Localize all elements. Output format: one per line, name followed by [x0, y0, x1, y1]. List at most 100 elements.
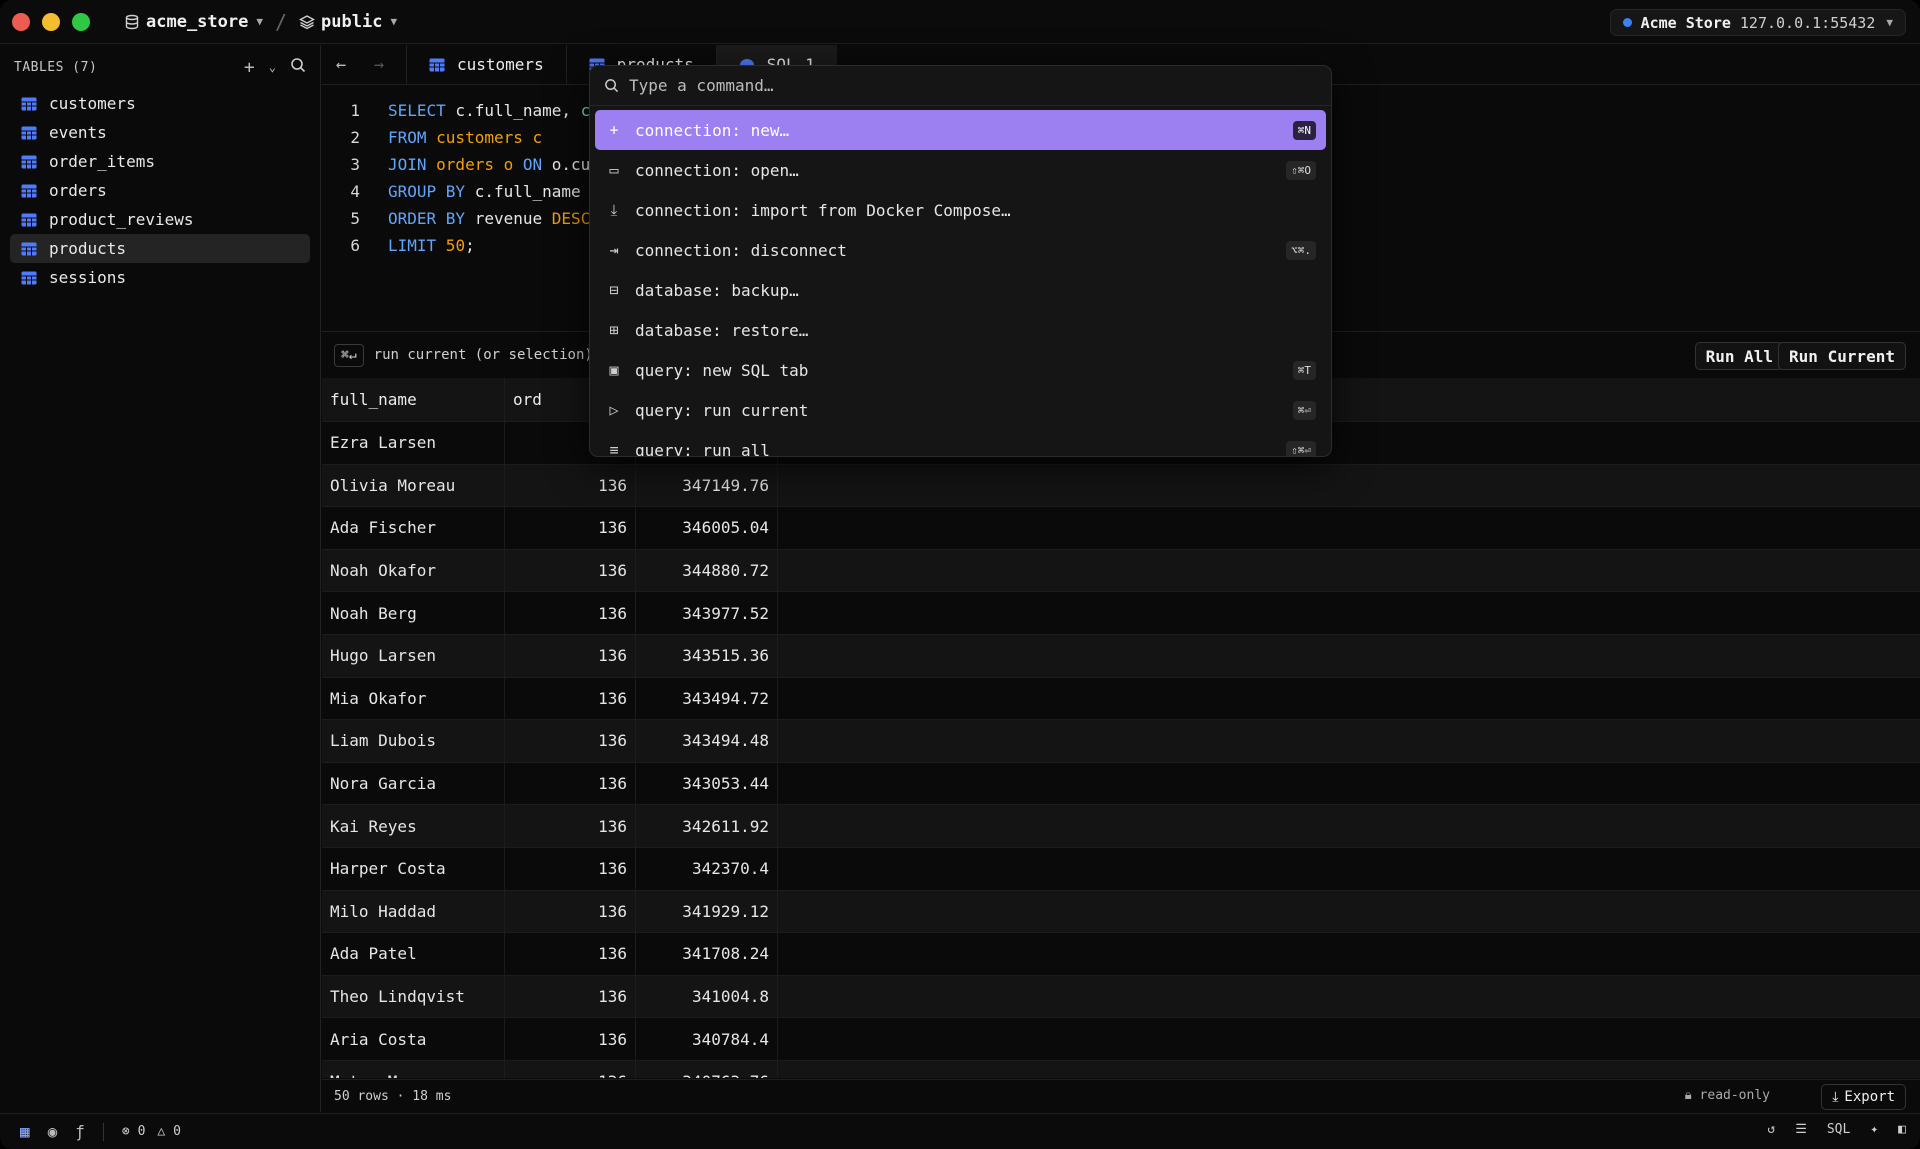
table-cell[interactable]: 136 — [505, 762, 636, 805]
table-cell[interactable]: 136 — [505, 847, 636, 890]
table-cell[interactable]: 341004.8 — [636, 975, 778, 1018]
table-cell[interactable]: 342370.4 — [636, 847, 778, 890]
table-row[interactable]: Noah Okafor 136 344880.72 — [322, 549, 1920, 593]
table-cell[interactable]: Mateo Moreau — [322, 1060, 505, 1078]
table-cell[interactable]: Mia Okafor — [322, 677, 505, 720]
table-row[interactable]: Mia Okafor 136 343494.72 — [322, 677, 1920, 721]
table-cell[interactable]: 136 — [505, 720, 636, 762]
table-cell[interactable]: Olivia Moreau — [322, 464, 505, 507]
table-row[interactable]: Liam Dubois 136 343494.48 — [322, 720, 1920, 763]
panel-toggle-icon[interactable]: ◧ — [1898, 1122, 1906, 1137]
table-cell[interactable]: 340763.76 — [636, 1060, 778, 1078]
table-row[interactable]: Harper Costa 136 342370.4 — [322, 847, 1920, 891]
table-cell[interactable]: 136 — [505, 1018, 636, 1060]
run-all-button[interactable]: Run All — [1694, 342, 1784, 370]
table-cell[interactable]: 136 — [505, 677, 636, 720]
database-selector[interactable]: acme_store ▼ — [124, 12, 263, 32]
command-item[interactable]: ⤓ connection: import from Docker Compose… — [595, 190, 1326, 230]
tab-customers[interactable]: customers — [406, 45, 566, 84]
table-cell[interactable]: 136 — [505, 975, 636, 1018]
table-cell[interactable]: Ada Fischer — [322, 507, 505, 549]
sql-mode-label[interactable]: SQL — [1827, 1122, 1850, 1137]
command-input[interactable] — [629, 76, 1331, 95]
table-cell[interactable]: 347149.76 — [636, 464, 778, 507]
export-button[interactable]: ⤓ Export — [1821, 1084, 1906, 1110]
table-cell[interactable]: 343515.36 — [636, 634, 778, 677]
table-cell[interactable]: 136 — [505, 549, 636, 592]
sidebar-item-events[interactable]: events — [10, 118, 310, 147]
table-cell[interactable]: 340784.4 — [636, 1018, 778, 1060]
table-cell[interactable]: Noah Okafor — [322, 549, 505, 592]
sidebar-item-product-reviews[interactable]: product_reviews — [10, 205, 310, 234]
sidebar-item-order-items[interactable]: order_items — [10, 147, 310, 176]
command-item[interactable]: ▭ connection: open… ⇧⌘O — [595, 150, 1326, 190]
add-table-button[interactable]: + — [244, 57, 255, 78]
sidebar-item-products[interactable]: products — [10, 234, 310, 263]
table-row[interactable]: Noah Berg 136 343977.52 — [322, 592, 1920, 635]
table-view-icon[interactable]: ▦ — [20, 1122, 30, 1141]
table-cell[interactable]: 344880.72 — [636, 549, 778, 592]
connection-selector[interactable]: Acme Store 127.0.0.1:55432 ▼ — [1609, 9, 1906, 36]
forward-arrow-icon[interactable]: → — [360, 45, 398, 84]
table-row[interactable]: Mateo Moreau136340763.76 — [322, 1060, 1920, 1078]
table-row[interactable]: Aria Costa 136 340784.4 — [322, 1018, 1920, 1061]
command-item[interactable]: ▷ query: run current ⌘⏎ — [595, 390, 1326, 430]
table-row[interactable]: Nora Garcia 136 343053.44 — [322, 762, 1920, 806]
sidebar-item-customers[interactable]: customers — [10, 89, 310, 118]
sidebar-item-sessions[interactable]: sessions — [10, 263, 310, 292]
chevron-down-icon[interactable]: ⌄ — [269, 60, 276, 74]
table-cell[interactable]: 136 — [505, 507, 636, 549]
table-cell[interactable]: 346005.04 — [636, 507, 778, 549]
back-arrow-icon[interactable]: ← — [322, 45, 360, 84]
run-current-button[interactable]: Run Current — [1778, 342, 1906, 370]
close-window-button[interactable] — [12, 12, 30, 31]
command-item[interactable]: ⊞ database: restore… — [595, 310, 1326, 350]
table-cell[interactable]: Ezra Larsen — [322, 422, 505, 464]
table-cell[interactable]: Kai Reyes — [322, 805, 505, 847]
table-cell[interactable]: Ada Patel — [322, 933, 505, 975]
sidebar-item-orders[interactable]: orders — [10, 176, 310, 205]
table-row[interactable]: Theo Lindqvist 136 341004.8 — [322, 975, 1920, 1019]
table-row[interactable]: Ada Fischer 136 346005.04 — [322, 507, 1920, 550]
table-cell[interactable]: Noah Berg — [322, 592, 505, 634]
table-cell[interactable]: 342611.92 — [636, 805, 778, 847]
table-cell[interactable]: 136 — [505, 805, 636, 847]
table-cell[interactable]: Harper Costa — [322, 847, 505, 890]
history-icon[interactable]: ↺ — [1767, 1122, 1775, 1137]
command-item[interactable]: ⇥ connection: disconnect ⌥⌘. — [595, 230, 1326, 270]
table-cell[interactable]: 136 — [505, 592, 636, 634]
table-cell[interactable]: 341708.24 — [636, 933, 778, 975]
sparkle-icon[interactable]: ✦ — [1870, 1122, 1878, 1137]
table-row[interactable]: Kai Reyes 136 342611.92 — [322, 805, 1920, 848]
function-icon[interactable]: ƒ — [75, 1122, 85, 1141]
table-cell[interactable]: Liam Dubois — [322, 720, 505, 762]
table-cell[interactable]: Aria Costa — [322, 1018, 505, 1060]
table-cell[interactable]: 341929.12 — [636, 890, 778, 933]
table-cell[interactable]: Nora Garcia — [322, 762, 505, 805]
search-icon[interactable] — [290, 57, 306, 78]
command-item[interactable]: + connection: new… ⌘N — [595, 110, 1326, 150]
table-cell[interactable]: 343494.48 — [636, 720, 778, 762]
table-cell[interactable]: Hugo Larsen — [322, 634, 505, 677]
table-row[interactable]: Ada Patel 136 341708.24 — [322, 933, 1920, 976]
list-icon[interactable]: ☰ — [1795, 1122, 1807, 1137]
command-item[interactable]: ≡ query: run all ⇧⌘⏎ — [595, 430, 1326, 456]
table-cell[interactable]: 343977.52 — [636, 592, 778, 634]
table-cell[interactable]: 136 — [505, 890, 636, 933]
table-cell[interactable]: 343494.72 — [636, 677, 778, 720]
command-item[interactable]: ⊟ database: backup… — [595, 270, 1326, 310]
table-row[interactable]: Hugo Larsen 136 343515.36 — [322, 634, 1920, 678]
table-cell[interactable]: 136 — [505, 933, 636, 975]
table-cell[interactable]: Theo Lindqvist — [322, 975, 505, 1018]
column-header[interactable]: full_name — [322, 378, 505, 421]
table-row[interactable]: Olivia Moreau 136 347149.76 — [322, 464, 1920, 508]
diagnostics[interactable]: ⊗ 0 △ 0 — [122, 1124, 181, 1139]
table-cell[interactable]: 136 — [505, 1060, 636, 1078]
table-row[interactable]: Milo Haddad 136 341929.12 — [322, 890, 1920, 934]
table-cell[interactable]: 136 — [505, 634, 636, 677]
table-cell[interactable]: Milo Haddad — [322, 890, 505, 933]
table-cell[interactable]: 343053.44 — [636, 762, 778, 805]
minimize-window-button[interactable] — [42, 12, 60, 31]
table-cell[interactable]: 136 — [505, 464, 636, 507]
eye-icon[interactable]: ◉ — [48, 1122, 58, 1141]
